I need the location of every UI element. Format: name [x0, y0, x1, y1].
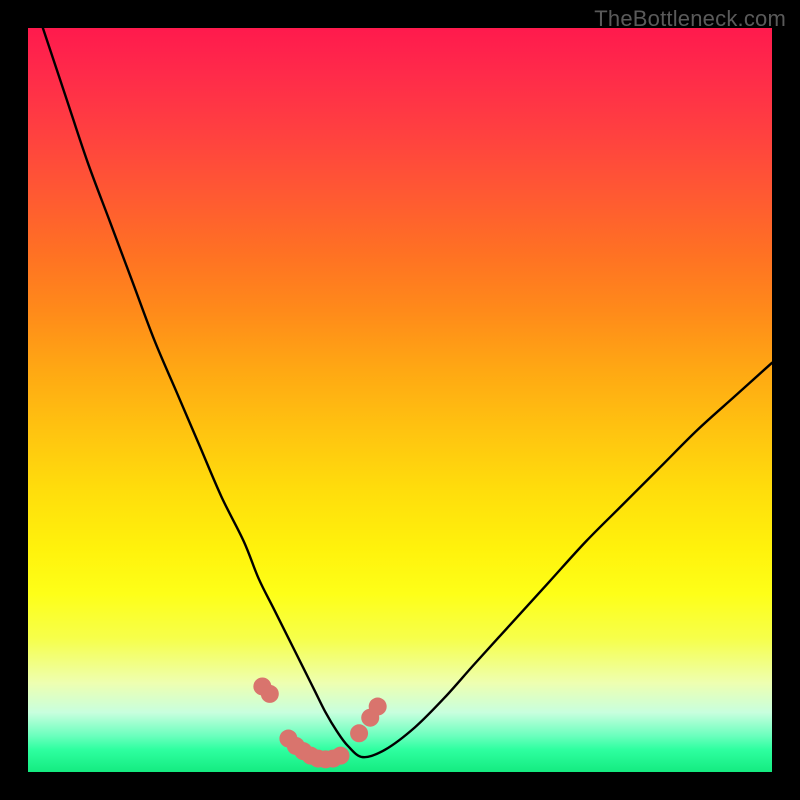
chart-frame: TheBottleneck.com: [0, 0, 800, 800]
chart-svg: [28, 28, 772, 772]
marker-dots-group: [253, 677, 386, 768]
marker-dot: [369, 698, 387, 716]
marker-dot: [331, 747, 349, 765]
marker-dot: [350, 724, 368, 742]
watermark-text: TheBottleneck.com: [594, 6, 786, 32]
bottleneck-curve-line: [43, 28, 772, 757]
marker-dot: [261, 685, 279, 703]
